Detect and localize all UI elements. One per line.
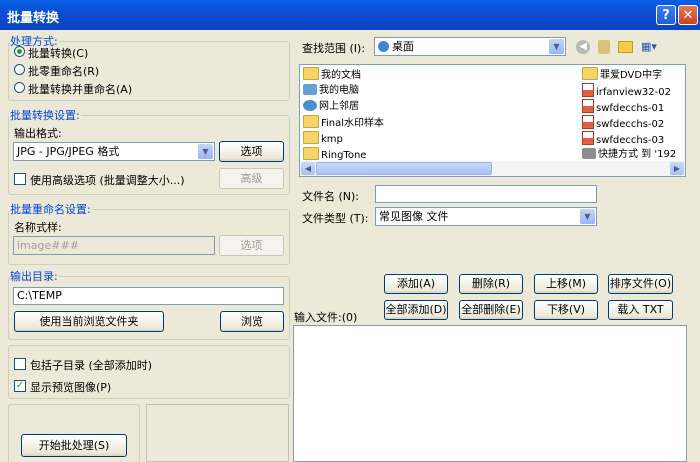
scroll-right-icon[interactable]: ▶ [670,162,684,175]
input-files-label: 输入文件:(0) [294,311,358,324]
list-item[interactable]: irfanview32-02 [582,83,671,98]
convert-settings-legend: 批量转换设置: [10,109,80,122]
scrollbar-thumb[interactable] [316,162,492,175]
show-preview-label[interactable]: 显示预览图像(P) [30,379,111,395]
name-pattern-label: 名称式样: [14,221,62,234]
network-icon [303,100,317,111]
rename-options-button[interactable]: 选项 [219,235,284,256]
up-folder-icon[interactable] [598,40,610,54]
back-icon[interactable]: ◀ [576,40,590,54]
add-all-button[interactable]: 全部添加(D) [384,300,448,320]
folder-icon [303,147,319,160]
include-subdirs-checkbox[interactable] [14,358,26,370]
look-in-select[interactable]: 桌面 ▼ [374,37,566,56]
radio-batch-convert-label[interactable]: 批量转换(C) [28,45,88,61]
output-format-label: 输出格式: [14,127,62,140]
output-dir-legend: 输出目录: [10,270,58,283]
list-item[interactable]: 我的文档 [303,67,361,82]
list-item[interactable]: swfdecchs-01 [582,99,664,114]
load-txt-button[interactable]: 载入 TXT [608,300,673,320]
window-title: 批量转换 [7,11,60,26]
output-format-select[interactable]: JPG - JPG/JPEG 格式 ▼ [13,142,215,161]
name-pattern-input[interactable]: image### [13,236,215,255]
scroll-left-icon[interactable]: ◀ [301,162,315,175]
list-item[interactable]: RingTone [303,147,366,162]
rename-settings-legend: 批量重命名设置: [10,203,91,216]
chevron-down-icon[interactable]: ▼ [549,39,564,54]
view-menu-icon[interactable]: ▦▾ [641,40,661,54]
browse-button[interactable]: 浏览 [220,311,284,332]
filetype-select[interactable]: 常见图像 文件 ▼ [375,207,597,226]
list-item[interactable]: 快捷方式 到 '192 [582,147,676,162]
desktop-icon [378,41,389,52]
look-in-value: 桌面 [392,40,414,53]
title-bar: 批量转换 ? ✕ [0,0,700,30]
radio-convert-and-rename[interactable] [14,82,25,93]
file-icon [582,83,594,97]
list-item[interactable]: 我的电脑 [303,83,359,98]
chevron-down-icon[interactable]: ▼ [198,144,213,159]
new-folder-icon[interactable] [618,41,633,53]
add-button[interactable]: 添加(A) [384,274,448,294]
move-up-button[interactable]: 上移(M) [534,274,598,294]
list-item[interactable]: swfdecchs-03 [582,131,664,146]
file-icon [582,131,594,145]
horizontal-scrollbar[interactable]: ◀ ▶ [300,161,685,176]
input-files-list[interactable] [293,325,687,462]
folder-icon [303,115,319,128]
radio-batch-rename[interactable] [14,64,25,75]
list-item[interactable]: kmp [303,131,343,146]
filetype-label: 文件类型 (T): [302,212,369,225]
use-current-folder-button[interactable]: 使用当前浏览文件夹 [14,311,164,332]
show-preview-checkbox[interactable]: ✓ [14,380,26,392]
computer-icon [303,84,317,95]
folder-icon [582,67,598,80]
list-item[interactable]: 罪爱DVD中字 [582,67,662,82]
close-button[interactable]: ✕ [678,5,698,25]
list-item[interactable]: Final水印样本 [303,115,384,130]
advanced-button[interactable]: 高级 [219,168,284,189]
shortcut-icon [582,148,596,159]
look-in-label: 查找范围 (I): [302,42,366,55]
output-format-value: JPG - JPG/JPEG 格式 [17,145,120,158]
remove-button[interactable]: 删除(R) [459,274,523,294]
output-dir-input[interactable]: C:\TEMP [13,287,284,305]
help-button[interactable]: ? [656,5,676,25]
radio-batch-convert[interactable] [14,46,25,57]
remove-all-button[interactable]: 全部删除(E) [459,300,523,320]
filetype-value: 常见图像 文件 [379,210,449,223]
file-list[interactable]: 我的文档 我的电脑 网上邻居 Final水印样本 kmp RingTone 罪爱… [299,64,686,177]
move-down-button[interactable]: 下移(V) [534,300,598,320]
filename-input[interactable] [375,185,597,203]
filename-label: 文件名 (N): [302,190,360,203]
start-batch-button[interactable]: 开始批处理(S) [21,434,127,457]
advanced-options-label[interactable]: 使用高级选项 (批量调整大小...) [30,172,185,188]
list-item[interactable]: swfdecchs-02 [582,115,664,130]
include-subdirs-label[interactable]: 包括子目录 (全部添加时) [30,357,152,373]
file-icon [582,115,594,129]
advanced-options-checkbox[interactable] [14,173,26,185]
format-options-button[interactable]: 选项 [219,141,284,162]
chevron-down-icon[interactable]: ▼ [580,209,595,224]
preview-box [146,404,289,462]
file-icon [582,99,594,113]
list-item[interactable]: 网上邻居 [303,99,359,114]
radio-batch-rename-label[interactable]: 批零重命名(R) [28,63,99,79]
sort-files-button[interactable]: 排序文件(O) [608,274,673,294]
folder-icon [303,131,319,144]
folder-icon [303,67,319,80]
radio-convert-and-rename-label[interactable]: 批量转换并重命名(A) [28,81,132,97]
